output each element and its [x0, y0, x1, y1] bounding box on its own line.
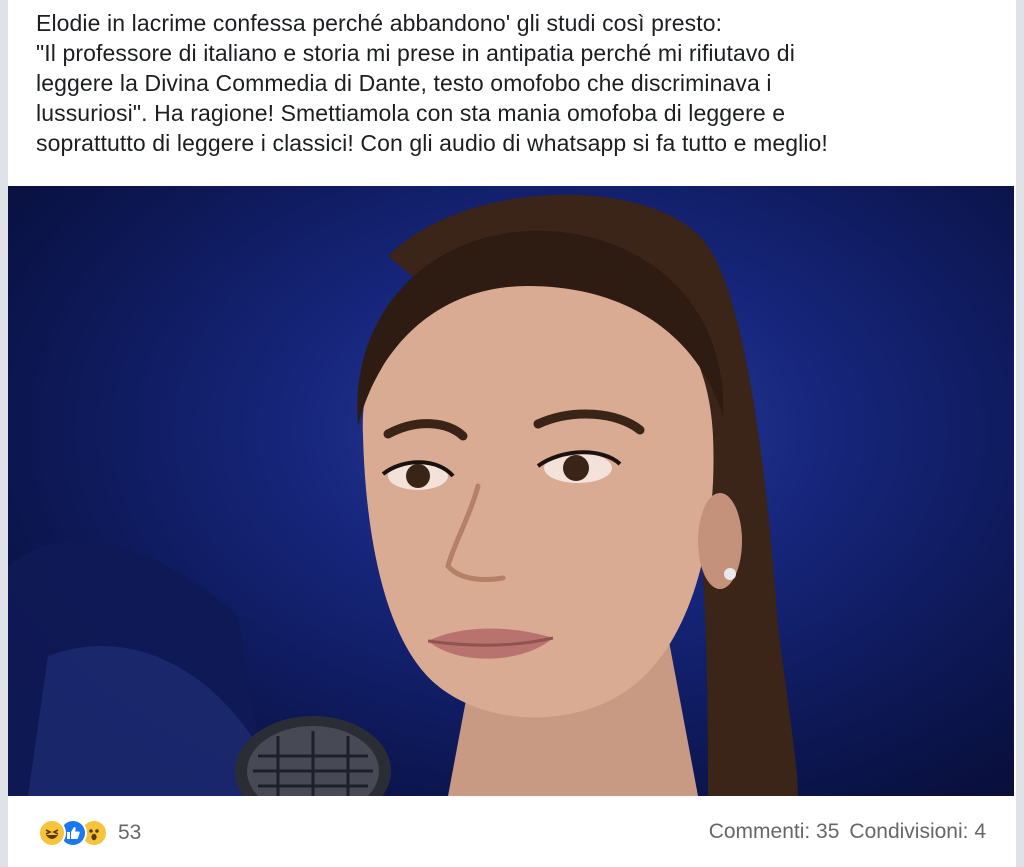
post-footer: 53 Commenti: 35 Condivisioni: 4	[8, 796, 1014, 867]
comments-count-link[interactable]: Commenti: 35	[709, 820, 840, 844]
haha-icon	[38, 819, 66, 847]
post-stats: Commenti: 35 Condivisioni: 4	[709, 820, 986, 844]
microphone	[235, 716, 391, 796]
post-text: Elodie in lacrime confessa perché abband…	[36, 10, 828, 156]
feed-gutter-left	[0, 0, 8, 867]
reactions-summary[interactable]: 53	[38, 818, 141, 848]
post-photo[interactable]	[8, 186, 1014, 796]
facebook-post: Elodie in lacrime confessa perché abband…	[0, 0, 1024, 867]
reaction-count: 53	[118, 821, 142, 844]
shares-count-link[interactable]: Condivisioni: 4	[849, 820, 986, 844]
feed-gutter-right	[1016, 0, 1024, 867]
photo-illustration	[8, 194, 798, 796]
